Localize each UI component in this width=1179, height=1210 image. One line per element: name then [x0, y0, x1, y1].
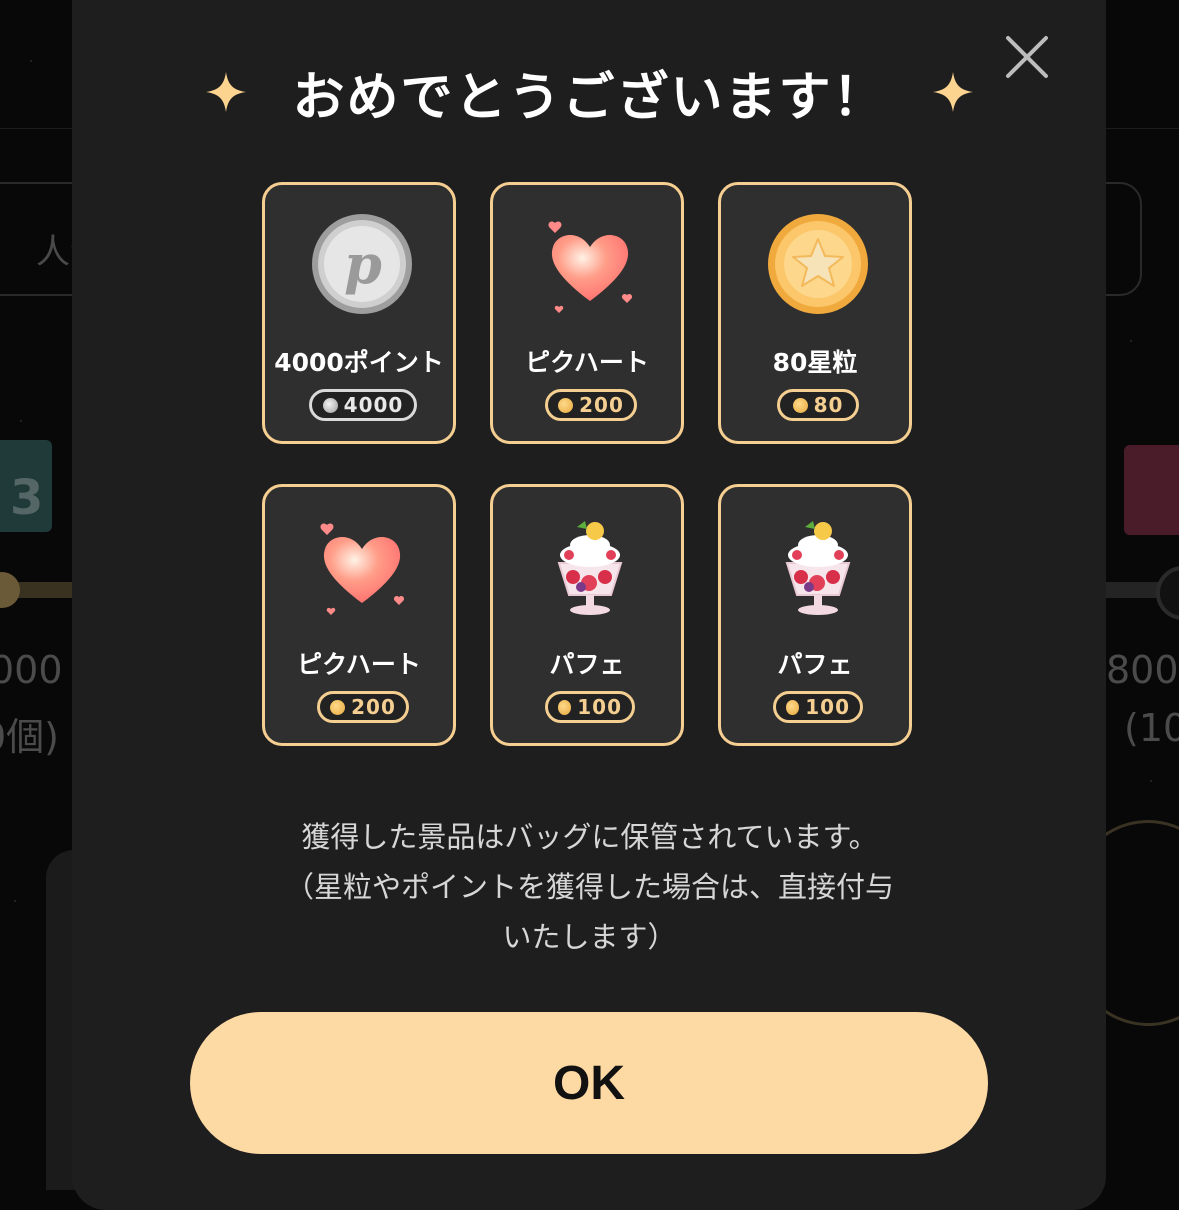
reward-card[interactable]: ピクハート 200: [262, 484, 456, 746]
reward-value-badge: 80: [777, 389, 859, 421]
reward-value-badge: 100: [545, 691, 635, 723]
point-coin-icon: p: [312, 214, 412, 314]
reward-value: 4000: [343, 393, 404, 417]
bg-star: [14, 900, 16, 902]
bg-star: [20, 420, 22, 422]
star-coin-icon: [792, 397, 808, 413]
dialog-title: おめでとうございます！: [292, 67, 887, 128]
bg-milestone-value: 000: [0, 648, 63, 692]
parfait-icon: [785, 521, 851, 615]
parfait-icon: [557, 521, 623, 615]
bg-milestone-count: (10: [1124, 706, 1179, 750]
reward-card[interactable]: p 4000ポイント 4000: [262, 182, 456, 444]
reward-value: 100: [577, 695, 622, 719]
bg-progress-knob: [0, 572, 20, 608]
heart-icon: [320, 523, 405, 615]
bg-gift-box-icon: [1124, 445, 1179, 535]
reward-value-badge: 4000: [309, 389, 417, 421]
note-line: いたします）: [502, 920, 677, 954]
bg-milestone-count: 0個): [0, 715, 60, 759]
reward-value-badge: 200: [317, 691, 409, 723]
star-coin-icon: [558, 397, 574, 413]
star-coin-icon: [768, 214, 868, 314]
reward-value: 200: [579, 393, 624, 417]
sparkle-icon: [932, 72, 973, 112]
reward-name: パフェ: [777, 650, 853, 679]
reward-card[interactable]: ピクハート 200: [490, 182, 684, 444]
heart-icon: [548, 221, 633, 313]
reward-name: ピクハート: [297, 650, 421, 679]
reward-name: パフェ: [549, 650, 625, 679]
point-coin-icon: [322, 397, 338, 413]
reward-name: 80星粒: [772, 348, 858, 377]
reward-value: 200: [351, 695, 396, 719]
bg-milestone-value: 800: [1106, 648, 1179, 692]
reward-value: 80: [813, 393, 844, 417]
star-coin-icon: [786, 699, 800, 715]
reward-value-badge: 100: [773, 691, 863, 723]
star-coin-icon: [330, 699, 346, 715]
reward-value: 100: [805, 695, 850, 719]
reward-name: 4000ポイント: [274, 348, 444, 377]
bg-gift-number: 3: [10, 470, 44, 526]
sparkle-icon: [206, 72, 247, 112]
reward-card[interactable]: パフェ 100: [490, 484, 684, 746]
star-coin-icon: [558, 699, 572, 715]
bg-progress-knob: [1156, 566, 1179, 620]
reward-name: ピクハート: [525, 348, 649, 377]
ok-button-label: OK: [553, 1056, 625, 1110]
note-line: （星粒やポイントを獲得した場合は、直接付与: [284, 870, 894, 904]
reward-value-badge: 200: [545, 389, 637, 421]
reward-card[interactable]: 80星粒 80: [718, 182, 912, 444]
svg-text:p: p: [344, 232, 382, 296]
dialog-header: おめでとうございます！: [0, 52, 1179, 132]
bg-star: [1130, 340, 1132, 342]
reward-card[interactable]: パフェ 100: [718, 484, 912, 746]
note-line: 獲得した景品はバッグに保管されています。: [301, 820, 878, 854]
reward-note: 獲得した景品はバッグに保管されています。 （星粒やポイントを獲得した場合は、直接…: [200, 812, 979, 962]
ok-button[interactable]: OK: [190, 1012, 988, 1154]
bg-star: [1150, 780, 1152, 782]
